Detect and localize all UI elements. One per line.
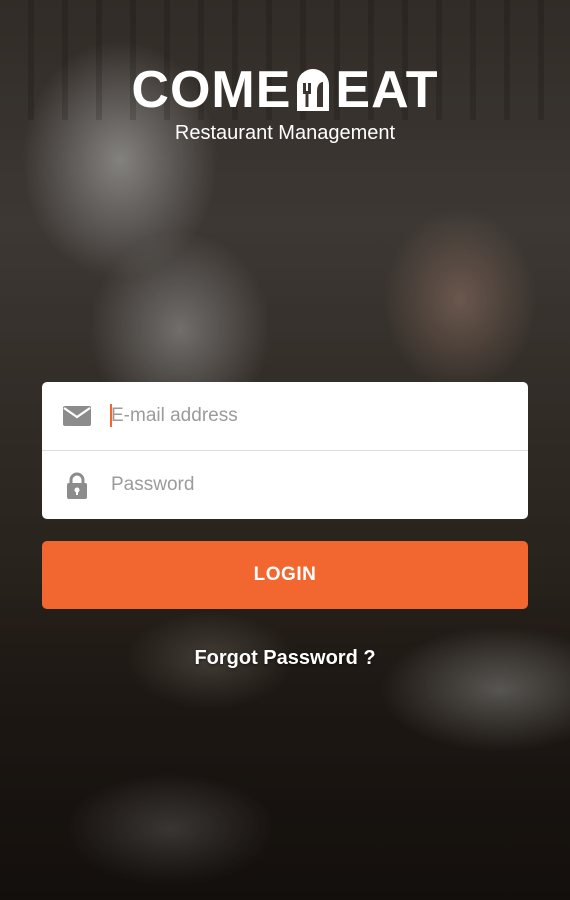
- password-input[interactable]: [111, 451, 511, 519]
- password-field-row: [42, 451, 528, 519]
- email-field-row: [42, 382, 528, 451]
- logo-cutlery-icon: [297, 69, 330, 111]
- login-form-card: [42, 382, 528, 519]
- lock-icon: [67, 472, 87, 499]
- logo-text-right: EAT: [335, 61, 439, 119]
- logo-text-left: COME: [131, 61, 292, 119]
- email-input[interactable]: [111, 382, 511, 450]
- forgot-password-link[interactable]: Forgot Password ?: [0, 647, 570, 670]
- login-button[interactable]: LOGIN: [42, 541, 528, 609]
- app-subtitle: Restaurant Management: [174, 122, 396, 144]
- envelope-icon: [63, 406, 91, 426]
- app-logo: COME EAT: [0, 62, 570, 118]
